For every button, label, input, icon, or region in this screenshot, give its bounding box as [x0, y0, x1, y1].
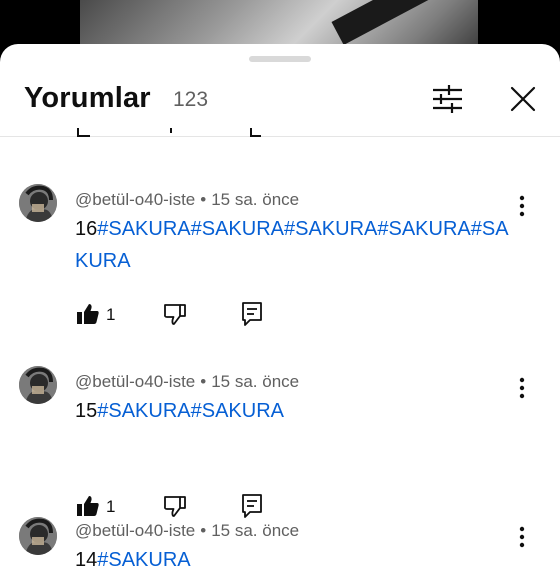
like-count: 1: [106, 305, 116, 324]
reply-icon: [242, 302, 262, 326]
reply-button[interactable]: [241, 301, 263, 327]
comments-sheet: Yorumlar 123 @betül-o40-iste • 15 sa. ön…: [0, 44, 560, 574]
comment-text: 16#SAKURA#SAKURA#SAKURA#SAKURA#SAKURA: [75, 213, 520, 277]
avatar[interactable]: [19, 517, 57, 555]
like-button[interactable]: [76, 494, 100, 518]
thumbs-up-filled-icon: [77, 304, 99, 324]
thumbs-down-icon: [164, 496, 186, 517]
drag-handle[interactable]: [249, 56, 311, 62]
sliders-icon: [433, 85, 462, 113]
comment-meta: @betül-o40-iste • 15 sa. önce: [75, 372, 299, 392]
comment-text: 14#SAKURA: [75, 544, 520, 574]
like-count: 1: [106, 497, 116, 516]
reply-icon: [242, 494, 262, 518]
close-icon: [510, 86, 536, 112]
scrolled-actions-peek: [77, 128, 261, 137]
dislike-button[interactable]: [163, 494, 187, 518]
comments-count: 123: [173, 88, 209, 111]
author-name[interactable]: @betül-o40-iste: [75, 372, 195, 391]
comment-time: 15 sa. önce: [211, 190, 300, 209]
comment-number: 14: [75, 549, 98, 571]
reply-button[interactable]: [241, 493, 263, 519]
avatar[interactable]: [19, 184, 57, 222]
author-name[interactable]: @betül-o40-iste: [75, 521, 195, 540]
hashtag-link[interactable]: #SAKURA#SAKURA: [97, 400, 284, 422]
comment-meta: @betül-o40-iste • 15 sa. önce: [75, 190, 299, 210]
close-button[interactable]: [506, 82, 540, 116]
avatar[interactable]: [19, 366, 57, 404]
comment-item: @betül-o40-iste • 15 sa. önce 14#SAKURA: [0, 517, 560, 574]
comment-text: 15#SAKURA#SAKURA: [75, 395, 520, 427]
comments-title: Yorumlar: [24, 82, 151, 114]
comment-item: @betül-o40-iste • 15 sa. önce 15#SAKURA#SA…: [0, 366, 560, 518]
like-button[interactable]: [76, 302, 100, 326]
meta-separator: •: [200, 372, 207, 391]
comment-number: 15: [75, 400, 98, 422]
meta-separator: •: [200, 521, 207, 540]
sort-filter-button[interactable]: [428, 82, 468, 116]
dislike-button[interactable]: [163, 302, 187, 326]
author-name[interactable]: @betül-o40-iste: [75, 190, 195, 209]
comment-item: @betül-o40-iste • 15 sa. önce 16#SAKURA#SA…: [0, 184, 560, 334]
comment-meta: @betül-o40-iste • 15 sa. önce: [75, 521, 299, 541]
meta-separator: •: [200, 190, 207, 209]
comment-time: 15 sa. önce: [211, 372, 300, 391]
thumbs-up-filled-icon: [77, 496, 99, 516]
thumbs-down-icon: [164, 304, 186, 325]
hashtag-link[interactable]: #SAKURA: [97, 549, 190, 571]
comment-time: 15 sa. önce: [211, 521, 300, 540]
comment-number: 16: [75, 218, 98, 240]
hashtag-link[interactable]: #SAKURA#SAKURA#SAKURA#SAKURA#SAKURA: [75, 218, 509, 272]
